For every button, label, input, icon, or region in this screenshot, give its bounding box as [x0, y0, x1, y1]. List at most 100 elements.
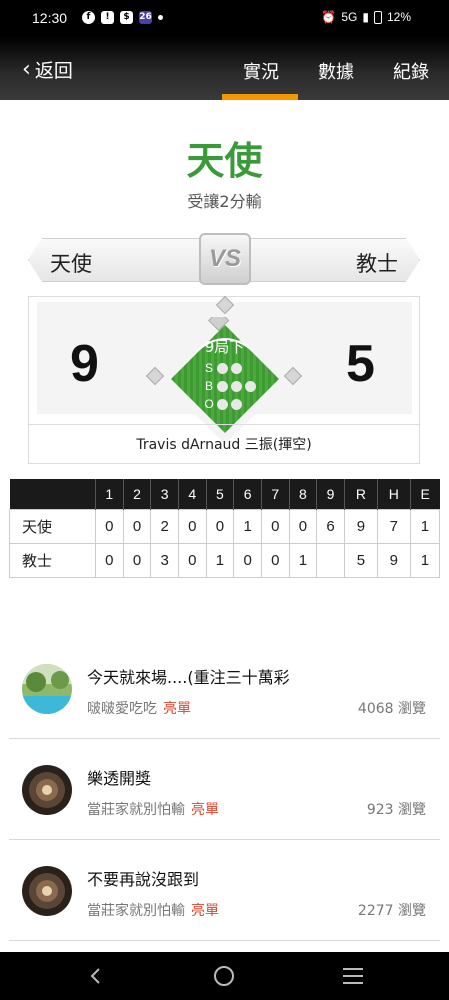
inning-header: 7 — [260, 479, 290, 509]
tab-live[interactable]: 實況 — [243, 58, 279, 84]
inning-header: 2 — [122, 479, 151, 509]
first-base-icon — [283, 366, 303, 386]
table-cell: 0 — [260, 542, 290, 578]
tunnel-photo-icon — [22, 765, 72, 815]
battery-icon — [373, 10, 382, 24]
table-cell — [316, 542, 345, 578]
tunnel-photo-icon — [22, 866, 72, 916]
table-cell: 1 — [409, 542, 441, 578]
result-subtitle: 受讓2分輸 — [187, 192, 262, 211]
strike-light — [217, 362, 228, 374]
list-item[interactable]: 樂透開獎 當莊家就別怕輸 亮單 923 瀏覽 — [9, 739, 440, 840]
avatar — [22, 664, 72, 714]
table-row: 天使 0 0 2 0 0 1 0 0 6 9 7 1 — [9, 508, 441, 544]
inning-header: 1 — [95, 479, 124, 509]
table-cell: 7 — [376, 508, 411, 544]
recents-icon[interactable] — [343, 968, 363, 984]
vs-badge: VS — [199, 233, 251, 285]
post-views: 4068 瀏覽 — [357, 701, 426, 717]
table-cell: 0 — [233, 542, 262, 578]
post-views: 2277 瀏覽 — [357, 903, 426, 919]
tab-records[interactable]: 紀錄 — [393, 58, 429, 84]
away-team-name: 天使 — [50, 252, 92, 276]
network-label: 5G — [341, 10, 358, 24]
strike-count: S — [204, 361, 242, 375]
list-item[interactable]: 今天就來場....(重注三十萬彩 啵啵愛吃吃 亮單 4068 瀏覽 — [9, 638, 440, 739]
table-cell: 1 — [205, 542, 235, 578]
hits-header: H — [376, 479, 411, 509]
post-views: 923 瀏覽 — [366, 802, 426, 818]
post-tag: 亮單 — [163, 701, 191, 717]
winner-team: 天使 — [186, 139, 263, 183]
pool-photo-icon — [22, 664, 72, 714]
post-author: 當莊家就別怕輸 — [87, 903, 185, 919]
table-cell: 1 — [288, 542, 318, 578]
status-bar: 12:30 f ! $ 26 ⏰ 5G ▮ 12% — [0, 0, 449, 36]
linescore-table: 1 2 3 4 5 6 7 8 9 R H E 天使 0 0 2 0 0 1 0… — [9, 479, 441, 578]
table-cell: 0 — [177, 542, 207, 578]
out-count: O — [204, 397, 242, 411]
table-cell: 9 — [376, 542, 411, 578]
table-cell: 0 — [95, 508, 124, 544]
status-time: 12:30 — [32, 10, 68, 26]
last-play: Travis dArnaud 三振(揮空) — [28, 424, 420, 464]
system-icons: ⏰ 5G ▮ 12% — [321, 10, 411, 24]
chevron-left-icon: ‹ — [22, 56, 31, 82]
table-cell: 0 — [122, 508, 152, 544]
row-team: 教士 — [9, 542, 96, 578]
ball-light — [217, 380, 228, 392]
out-light — [231, 398, 242, 410]
table-row: 教士 0 0 3 0 1 0 0 1 5 9 1 — [9, 542, 441, 578]
home-icon[interactable] — [214, 966, 234, 986]
home-team-name: 教士 — [356, 252, 398, 276]
table-cell: 1 — [409, 508, 441, 544]
third-base-icon — [145, 366, 165, 386]
list-item[interactable]: 不要再說沒跟到 當莊家就別怕輸 亮單 2277 瀏覽 — [9, 840, 440, 941]
back-label: 返回 — [34, 60, 73, 82]
table-cell: 0 — [288, 508, 318, 544]
post-title: 不要再說沒跟到 — [87, 870, 200, 889]
active-tab-indicator — [222, 94, 298, 100]
battery-percent: 12% — [386, 10, 411, 24]
post-title: 樂透開獎 — [87, 769, 152, 788]
table-cell: 5 — [343, 542, 378, 578]
system-nav-bar — [0, 952, 449, 1000]
alarm-icon: ⏰ — [321, 10, 337, 24]
notification-icons: f ! $ 26 — [82, 11, 163, 24]
ball-light — [231, 380, 242, 392]
ball-count: B — [204, 379, 256, 393]
alert-icon: ! — [101, 11, 114, 24]
shopping-icon: $ — [120, 11, 133, 24]
table-cell: 6 — [316, 508, 345, 544]
tab-stats[interactable]: 數據 — [318, 58, 354, 84]
ball-label: B — [204, 379, 213, 393]
runs-header: R — [343, 479, 378, 509]
post-author-line: 啵啵愛吃吃 亮單 — [87, 698, 191, 718]
errors-header: E — [409, 479, 440, 509]
strike-light — [231, 362, 242, 374]
facebook-icon: f — [82, 11, 95, 24]
inning-header: 5 — [205, 479, 234, 509]
inning-header: 8 — [288, 479, 317, 509]
second-base-icon — [215, 295, 235, 315]
back-icon[interactable] — [86, 966, 106, 986]
inning-label: 9局下 — [204, 338, 245, 356]
out-light — [217, 398, 228, 410]
row-team: 天使 — [9, 508, 96, 544]
team-header — [9, 479, 96, 509]
table-cell: 0 — [205, 508, 235, 544]
post-author: 啵啵愛吃吃 — [87, 701, 157, 717]
table-cell: 0 — [95, 542, 124, 578]
more-notifications-icon — [158, 15, 163, 20]
post-tag: 亮單 — [191, 903, 219, 919]
strike-label: S — [204, 361, 213, 375]
inning-header: 9 — [316, 479, 345, 509]
table-cell: 0 — [260, 508, 290, 544]
back-button[interactable]: ‹ 返回 — [22, 56, 73, 83]
inning-header: 4 — [177, 479, 207, 509]
post-author-line: 當莊家就別怕輸 亮單 — [87, 900, 219, 920]
table-cell: 1 — [233, 508, 262, 544]
avatar — [22, 765, 72, 815]
table-cell: 0 — [122, 542, 152, 578]
post-author-line: 當莊家就別怕輸 亮單 — [87, 799, 219, 819]
